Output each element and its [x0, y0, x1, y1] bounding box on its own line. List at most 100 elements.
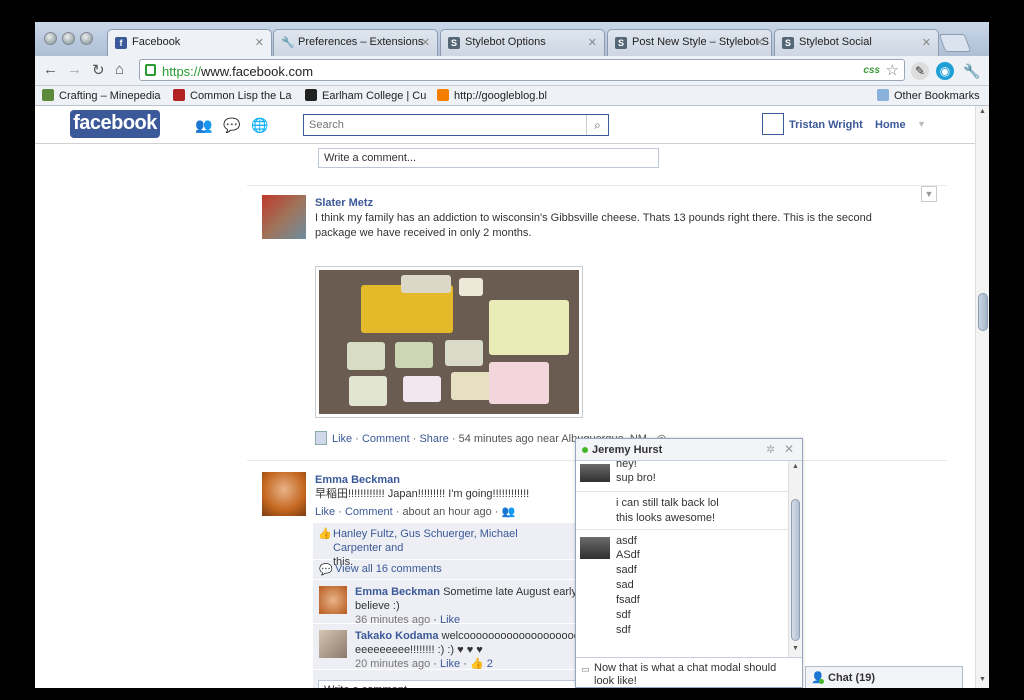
chat-partner-name[interactable]: Jeremy Hurst — [592, 444, 662, 456]
friends-privacy-icon: 👥 — [501, 506, 516, 518]
chat-message: sadf — [616, 564, 637, 576]
chat-count-label: Chat (19) — [828, 672, 876, 684]
story-options-chevron-icon[interactable]: ▼ — [921, 186, 937, 202]
profile-link[interactable]: Tristan Wright — [789, 119, 863, 131]
extension-icon[interactable]: ✎ — [911, 62, 929, 80]
view-all-comments-link[interactable]: View all 16 comments — [335, 563, 442, 575]
back-arrow-icon[interactable]: ← — [43, 61, 58, 78]
tab-label: Stylebot Social — [799, 36, 872, 48]
scroll-up-arrow-icon[interactable]: ▲ — [979, 108, 986, 115]
comment-like-link[interactable]: Like — [440, 658, 460, 670]
like-link[interactable]: Like — [315, 506, 335, 518]
commenter-avatar[interactable] — [319, 586, 347, 614]
bookmark-crafting[interactable]: Crafting – Minepedia — [42, 89, 161, 102]
chat-message: this looks awesome! — [616, 512, 716, 524]
post-actions: Like · Comment · about an hour ago · 👥 — [315, 506, 516, 518]
facebook-favicon-icon: f — [115, 37, 127, 49]
sender-avatar — [580, 464, 610, 482]
browser-window: f Facebook ✕ 🔧 Preferences – Extensions … — [35, 22, 989, 688]
tab-stylebot-options[interactable]: S Stylebot Options ✕ — [440, 29, 605, 56]
post-author[interactable]: Slater Metz — [315, 197, 373, 209]
tab-post-new-style[interactable]: S Post New Style – Stylebot S ✕ — [607, 29, 772, 56]
likes-row: 👍 Hanley Fultz, Gus Schuerger, Michael C… — [313, 523, 575, 568]
post-photo[interactable] — [315, 266, 583, 418]
scroll-up-arrow-icon[interactable]: ▲ — [792, 463, 799, 470]
comment-author[interactable]: Emma Beckman — [355, 586, 440, 598]
like-link[interactable]: Like — [332, 433, 352, 445]
reload-icon[interactable]: ↻ — [92, 61, 105, 79]
bookmark-googleblog[interactable]: http://googleblog.bl — [437, 89, 547, 102]
chat-sidebar-button[interactable]: 👤 Chat (19) — [805, 666, 963, 688]
speech-bubble-icon: ▭ — [581, 664, 590, 674]
address-bar[interactable]: https://www.facebook.com css ☆ — [139, 59, 905, 81]
tab-preferences-extensions[interactable]: 🔧 Preferences – Extensions ✕ — [273, 29, 438, 56]
chat-settings-gear-icon[interactable]: ✲ — [766, 443, 775, 456]
home-icon[interactable]: ⌂ — [115, 61, 124, 78]
comment-text-continued: believe :) — [355, 600, 400, 612]
close-window-button[interactable] — [44, 32, 57, 45]
facebook-logo[interactable]: facebook — [70, 110, 160, 138]
page-scrollbar[interactable]: ▲ ▼ — [975, 106, 989, 688]
write-comment-input[interactable]: Write a comment... — [318, 148, 659, 168]
scroll-down-arrow-icon[interactable]: ▼ — [792, 645, 799, 652]
bookmark-common-lisp[interactable]: Common Lisp the La — [173, 89, 292, 102]
messages-icon[interactable]: 💬 — [223, 118, 240, 132]
friend-requests-icon[interactable]: 👥 — [195, 118, 212, 132]
notifications-globe-icon[interactable]: 🌐 — [251, 118, 268, 132]
wrench-menu-icon[interactable]: 🔧 — [963, 62, 981, 80]
close-tab-icon[interactable]: ✕ — [922, 36, 931, 49]
account-menu-arrow-icon[interactable]: ▼ — [917, 119, 926, 129]
forward-arrow-icon[interactable]: → — [67, 61, 82, 78]
stylebot-css-icon[interactable]: css — [863, 65, 880, 76]
chat-message: hey! — [616, 461, 637, 470]
likers-names[interactable]: Hanley Fultz, Gus Schuerger, Michael Car… — [333, 528, 518, 554]
slater-metz-avatar[interactable] — [262, 195, 306, 239]
cube-icon — [42, 89, 54, 101]
search-input[interactable] — [304, 115, 584, 135]
post-text: I think my family has an addiction to wi… — [315, 212, 872, 239]
scroll-down-arrow-icon[interactable]: ▼ — [979, 676, 986, 683]
close-tab-icon[interactable]: ✕ — [255, 36, 264, 49]
chat-composer[interactable]: ▭ Now that is what a chat modal should l… — [576, 657, 802, 688]
view-all-comments-row[interactable]: 💬 View all 16 comments — [313, 560, 575, 580]
chat-separator — [576, 491, 788, 492]
chat-message: asdf — [616, 535, 637, 547]
close-tab-icon[interactable]: ✕ — [421, 36, 430, 49]
chat-title-bar[interactable]: Jeremy Hurst ✲ ✕ — [576, 439, 802, 461]
share-link[interactable]: Share — [419, 433, 448, 445]
bookmark-earlham[interactable]: Earlham College | Cu — [305, 89, 426, 102]
new-tab-button[interactable] — [938, 34, 972, 52]
post-author[interactable]: Emma Beckman — [315, 474, 400, 486]
zoom-window-button[interactable] — [80, 32, 93, 45]
user-avatar[interactable] — [762, 113, 784, 135]
comment-like-count[interactable]: 👍 2 — [470, 658, 493, 670]
post-timestamp[interactable]: about an hour ago — [402, 506, 491, 518]
bookmark-star-icon[interactable]: ☆ — [886, 61, 899, 79]
close-tab-icon[interactable]: ✕ — [588, 36, 597, 49]
comment-link[interactable]: Comment — [345, 506, 393, 518]
chat-message: ASdf — [616, 549, 640, 561]
url-text: https://www.facebook.com — [162, 64, 314, 79]
online-indicator-icon — [819, 679, 824, 684]
minimize-window-button[interactable] — [62, 32, 75, 45]
tab-label: Stylebot Options — [465, 36, 546, 48]
search-icon[interactable]: ⌕ — [586, 115, 608, 135]
commenter-avatar[interactable] — [319, 630, 347, 658]
facebook-search: ⌕ — [303, 114, 609, 136]
chat-scrollbar[interactable]: ▲ ▼ — [788, 461, 802, 657]
chat-scrollbar-thumb[interactable] — [791, 499, 800, 641]
tab-stylebot-social[interactable]: S Stylebot Social ✕ — [774, 29, 939, 56]
comment-link[interactable]: Comment — [362, 433, 410, 445]
emma-beckman-avatar[interactable] — [262, 472, 306, 516]
folder-icon — [877, 89, 889, 101]
write-comment-input[interactable]: Write a comment... — [318, 680, 578, 688]
comment-author[interactable]: Takako Kodama — [355, 630, 439, 642]
home-link[interactable]: Home — [875, 119, 906, 131]
comment-time[interactable]: 20 minutes ago — [355, 658, 430, 670]
close-tab-icon[interactable]: ✕ — [755, 36, 764, 49]
page-scrollbar-thumb[interactable] — [978, 293, 988, 331]
tab-facebook[interactable]: f Facebook ✕ — [107, 29, 272, 57]
close-chat-icon[interactable]: ✕ — [784, 442, 794, 456]
other-bookmarks[interactable]: Other Bookmarks — [877, 89, 980, 102]
extension-eye-icon[interactable]: ◉ — [936, 62, 954, 80]
